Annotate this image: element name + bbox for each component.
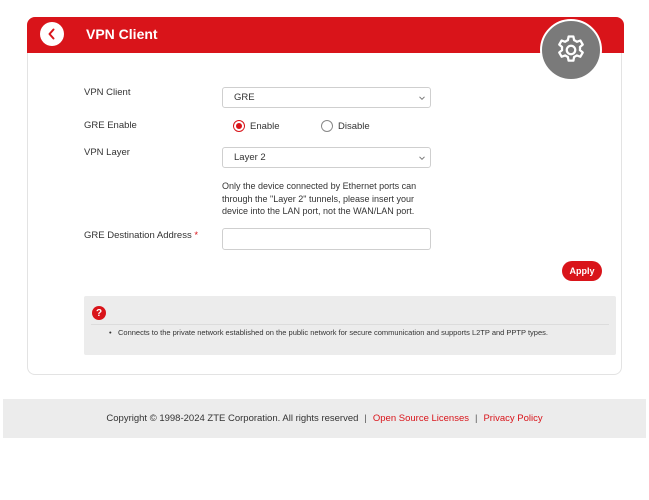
copyright-text: Copyright © 1998-2024 ZTE Corporation. A… xyxy=(106,413,359,424)
gre-destination-label-text: GRE Destination Address xyxy=(84,230,192,241)
vpn-layer-label: VPN Layer xyxy=(84,147,130,158)
help-box: ? • Connects to the private network esta… xyxy=(84,296,616,355)
bullet-icon: • xyxy=(109,328,112,337)
gre-enable-radio-disable[interactable]: Disable xyxy=(321,120,370,132)
footer: Copyright © 1998-2024 ZTE Corporation. A… xyxy=(3,399,646,438)
gre-enable-radio-enable[interactable]: Enable xyxy=(233,120,280,132)
vpn-layer-select[interactable]: Layer 2 xyxy=(222,147,431,168)
help-item-text: Connects to the private network establis… xyxy=(118,328,548,337)
question-icon: ? xyxy=(92,306,106,320)
vpn-client-label: VPN Client xyxy=(84,87,131,98)
gre-destination-input[interactable] xyxy=(222,228,431,250)
footer-separator: | xyxy=(475,413,478,424)
vpn-client-card: VPN Client VPN Client GRE GRE Enable Ena… xyxy=(27,17,624,375)
radio-unchecked-icon xyxy=(321,120,333,132)
gre-destination-label: GRE Destination Address * xyxy=(84,230,198,241)
help-item: • Connects to the private network establ… xyxy=(109,328,548,337)
vpn-client-select[interactable]: GRE xyxy=(222,87,431,108)
back-button[interactable] xyxy=(40,22,64,46)
help-divider xyxy=(91,324,609,325)
footer-separator: | xyxy=(364,413,367,424)
gear-icon xyxy=(558,35,584,62)
radio-disable-label: Disable xyxy=(338,120,370,132)
page-title: VPN Client xyxy=(86,26,158,42)
layer2-note: Only the device connected by Ethernet po… xyxy=(222,181,417,216)
vpn-layer-value: Layer 2 xyxy=(234,152,266,163)
chevron-down-icon xyxy=(419,96,425,101)
vpn-client-value: GRE xyxy=(234,92,255,103)
card-header: VPN Client xyxy=(27,17,624,53)
radio-checked-icon xyxy=(233,120,245,132)
chevron-left-icon xyxy=(48,28,55,40)
settings-button[interactable] xyxy=(540,19,602,81)
chevron-down-icon xyxy=(419,156,425,161)
privacy-policy-link[interactable]: Privacy Policy xyxy=(483,413,542,424)
required-mark: * xyxy=(194,230,199,241)
footer-text: Copyright © 1998-2024 ZTE Corporation. A… xyxy=(3,399,646,438)
open-source-licenses-link[interactable]: Open Source Licenses xyxy=(373,413,469,424)
gre-enable-label: GRE Enable xyxy=(84,120,137,131)
apply-button[interactable]: Apply xyxy=(562,261,602,281)
radio-enable-label: Enable xyxy=(250,120,280,132)
